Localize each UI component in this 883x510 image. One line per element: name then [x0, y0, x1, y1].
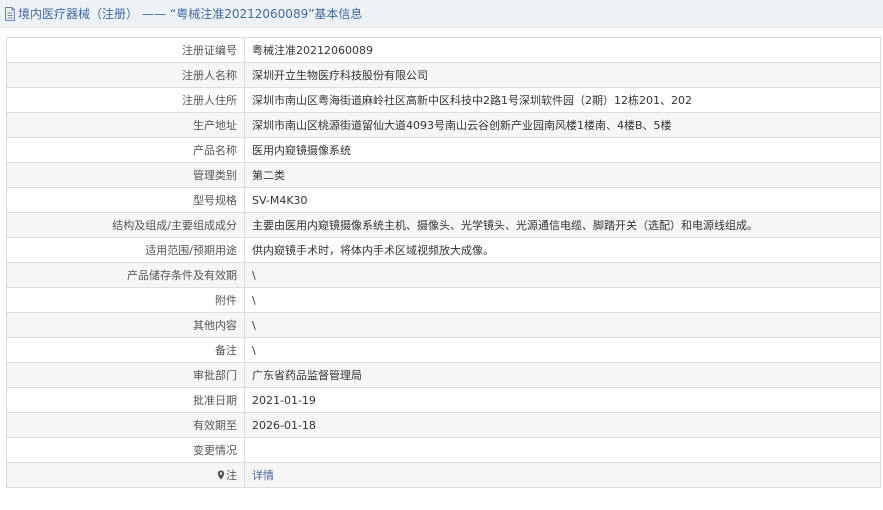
field-value: 供内窥镜手术时，将体内手术区域视频放大成像。 [244, 237, 881, 263]
note-row: 注 详情 [6, 462, 881, 488]
field-label: 注册人名称 [6, 62, 245, 88]
table-row: 结构及组成/主要组成成分 主要由医用内窥镜摄像系统主机、摄像头、光学镜头、光源通信… [6, 212, 881, 238]
field-label: 有效期至 [6, 412, 245, 438]
table-row: 生产地址 深圳市南山区桃源街道留仙大道4093号南山云谷创新产业园南风楼1楼南、4… [6, 112, 881, 138]
note-value-cell: 详情 [244, 462, 881, 488]
detail-link[interactable]: 详情 [252, 469, 274, 482]
field-label: 生产地址 [6, 112, 245, 138]
table-row: 型号规格 SV-M4K30 [6, 187, 881, 213]
table-row: 变更情况 [6, 437, 881, 463]
field-value: 2026-01-18 [244, 412, 881, 438]
field-label: 注册人住所 [6, 87, 245, 113]
field-value: \ [244, 312, 881, 338]
field-value: 深圳市南山区粤海街道麻岭社区高新中区科技中2路1号深圳软件园（2期）12栋201… [244, 87, 881, 113]
field-value: \ [244, 337, 881, 363]
field-value: SV-M4K30 [244, 187, 881, 213]
field-label: 注册证编号 [6, 37, 245, 63]
document-icon [5, 6, 15, 21]
field-label: 型号规格 [6, 187, 245, 213]
table-row: 其他内容 \ [6, 312, 881, 338]
header-category: 境内医疗器械（注册） [18, 7, 139, 21]
field-value: 主要由医用内窥镜摄像系统主机、摄像头、光学镜头、光源通信电缆、脚踏开关（选配）和… [244, 212, 881, 238]
field-label: 管理类别 [6, 162, 245, 188]
table-row: 附件 \ [6, 287, 881, 313]
table-row: 有效期至 2026-01-18 [6, 412, 881, 438]
field-value: 2021-01-19 [244, 387, 881, 413]
field-label: 适用范围/预期用途 [6, 237, 245, 263]
field-value: 第二类 [244, 162, 881, 188]
field-value: 粤械注准20212060089 [244, 37, 881, 63]
field-value: 深圳开立生物医疗科技股份有限公司 [244, 62, 881, 88]
field-value: \ [244, 287, 881, 313]
table-row: 产品储存条件及有效期 \ [6, 262, 881, 288]
note-label: 注 [226, 469, 237, 482]
field-value: \ [244, 262, 881, 288]
header-separator: —— [142, 6, 167, 21]
pin-icon [217, 470, 225, 480]
field-label: 产品储存条件及有效期 [6, 262, 245, 288]
field-label: 审批部门 [6, 362, 245, 388]
info-table: 注册证编号 粤械注准20212060089 注册人名称 深圳开立生物医疗科技股份有限公… [6, 37, 881, 488]
info-table-body: 注册证编号 粤械注准20212060089 注册人名称 深圳开立生物医疗科技股份有限公… [6, 37, 881, 488]
field-label: 附件 [6, 287, 245, 313]
field-value: 深圳市南山区桃源街道留仙大道4093号南山云谷创新产业园南风楼1楼南、4楼B、5… [244, 112, 881, 138]
field-label: 产品名称 [6, 137, 245, 163]
table-row: 注册证编号 粤械注准20212060089 [6, 37, 881, 63]
field-label: 批准日期 [6, 387, 245, 413]
field-value: 医用内窥镜摄像系统 [244, 137, 881, 163]
field-label: 其他内容 [6, 312, 245, 338]
field-label: 备注 [6, 337, 245, 363]
table-row: 注册人名称 深圳开立生物医疗科技股份有限公司 [6, 62, 881, 88]
table-row: 产品名称 医用内窥镜摄像系统 [6, 137, 881, 163]
field-label: 结构及组成/主要组成成分 [6, 212, 245, 238]
note-label-cell: 注 [6, 462, 245, 488]
table-row: 批准日期 2021-01-19 [6, 387, 881, 413]
table-row: 备注 \ [6, 337, 881, 363]
header-title: “粤械注准20212060089”基本信息 [170, 7, 363, 21]
table-row: 审批部门 广东省药品监督管理局 [6, 362, 881, 388]
table-row: 适用范围/预期用途 供内窥镜手术时，将体内手术区域视频放大成像。 [6, 237, 881, 263]
table-row: 注册人住所 深圳市南山区粤海街道麻岭社区高新中区科技中2路1号深圳软件园（2期）1… [6, 87, 881, 113]
field-label: 变更情况 [6, 437, 245, 463]
page-header: 境内医疗器械（注册） —— “粤械注准20212060089”基本信息 [0, 0, 883, 28]
field-value: 广东省药品监督管理局 [244, 362, 881, 388]
table-row: 管理类别 第二类 [6, 162, 881, 188]
field-value [244, 437, 881, 463]
